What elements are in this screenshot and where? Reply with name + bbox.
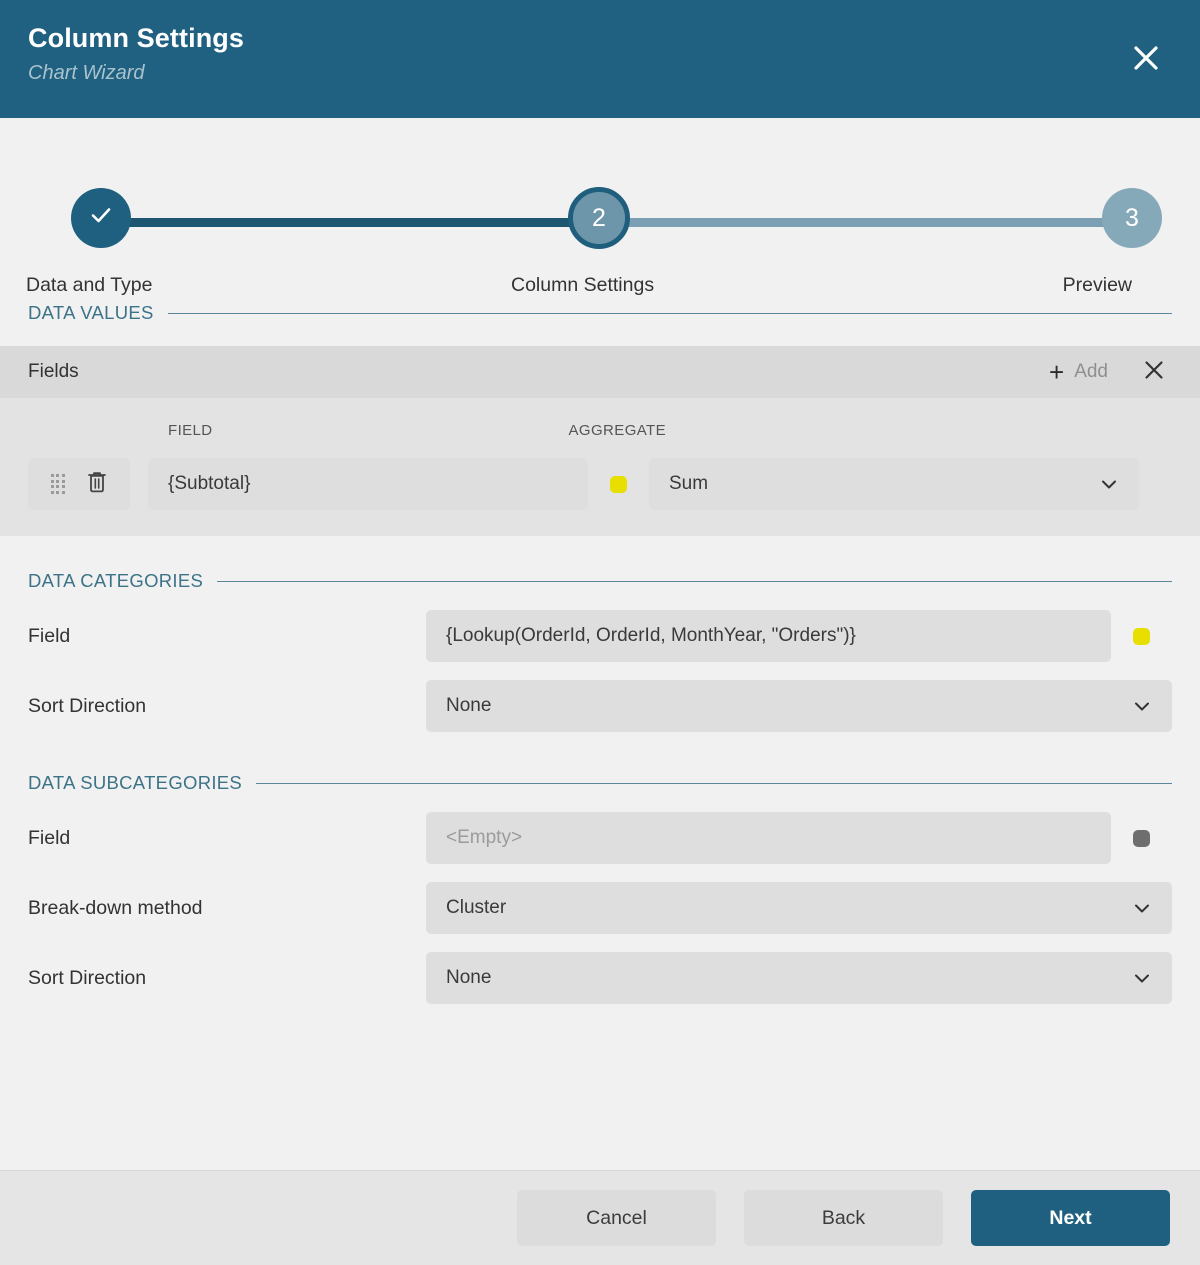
stepper-step-3[interactable]: 3: [1102, 188, 1162, 248]
categories-field-input[interactable]: {Lookup(OrderId, OrderId, MonthYear, "Or…: [426, 610, 1111, 662]
stepper-label-preview: Preview: [1062, 274, 1132, 296]
stepper-segment-upcoming: [598, 218, 1133, 227]
chevron-down-icon: [1132, 968, 1152, 988]
breakdown-method-value: Cluster: [446, 897, 507, 918]
data-subcategories-rows: Field <Empty> Break-down method Cluster: [0, 812, 1200, 1004]
add-field-label: Add: [1074, 361, 1108, 382]
stepper-label-data-and-type: Data and Type: [26, 274, 153, 296]
status-badge: [610, 475, 627, 493]
plus-icon: +: [1049, 357, 1065, 387]
stepper-step-3-number: 3: [1125, 203, 1139, 232]
close-icon: [1143, 359, 1165, 386]
chevron-down-icon: [1099, 474, 1119, 494]
back-button[interactable]: Back: [744, 1190, 943, 1246]
close-icon: [1131, 43, 1161, 73]
fields-label: Fields: [28, 361, 79, 382]
status-badge: [1133, 627, 1150, 645]
breakdown-method-select[interactable]: Cluster: [426, 882, 1172, 934]
check-icon: [87, 201, 115, 236]
chevron-down-icon: [1132, 696, 1152, 716]
section-rule: [167, 312, 1172, 314]
stepper-step-2-number: 2: [592, 203, 606, 232]
dialog-body: 2 3 Data and Type Column Settings Previe…: [0, 118, 1200, 1170]
row-categories-sort-direction: Sort Direction None: [28, 680, 1172, 732]
aggregate-select[interactable]: Sum: [649, 458, 1139, 510]
next-button[interactable]: Next: [971, 1190, 1170, 1246]
aggregate-select-value: Sum: [669, 473, 709, 494]
row-tools: [28, 458, 130, 510]
cancel-button[interactable]: Cancel: [517, 1190, 716, 1246]
column-header-aggregate: AGGREGATE: [568, 421, 667, 439]
categories-sort-direction-value: None: [446, 695, 492, 716]
field-expression-input[interactable]: {Subtotal}: [148, 458, 588, 510]
chevron-down-icon: [1132, 898, 1152, 918]
stepper-step-1[interactable]: [71, 188, 131, 248]
label-subcategories-sort-direction: Sort Direction: [28, 966, 147, 989]
stepper-label-column-settings: Column Settings: [511, 274, 655, 296]
label-subcategories-field: Field: [28, 826, 71, 849]
subcategories-field-input[interactable]: <Empty>: [426, 812, 1111, 864]
section-rule: [256, 782, 1172, 784]
data-values-panel: Fields + Add FIELD AGGREGATE {Subtotal} …: [0, 346, 1200, 536]
data-categories-rows: Field {Lookup(OrderId, OrderId, MonthYea…: [0, 610, 1200, 732]
section-rule: [217, 580, 1172, 582]
stepper-step-2[interactable]: 2: [568, 187, 630, 249]
page-title: Column Settings: [28, 23, 244, 53]
trash-icon: [86, 470, 108, 499]
column-header-field: FIELD: [168, 421, 213, 439]
remove-field-button[interactable]: [1132, 352, 1176, 392]
fields-grid: FIELD AGGREGATE {Subtotal} Sum: [0, 398, 1200, 536]
dialog-footer: Cancel Back Next: [0, 1170, 1200, 1265]
section-title-data-categories: DATA CATEGORIES: [28, 570, 204, 591]
label-categories-field: Field: [28, 624, 71, 647]
fields-toolbar: Fields + Add: [0, 346, 1200, 398]
table-row: {Subtotal} Sum: [28, 458, 1172, 510]
delete-row-button[interactable]: [86, 470, 108, 499]
subcategories-sort-direction-select[interactable]: None: [426, 952, 1172, 1004]
chart-wizard-dialog: Column Settings Chart Wizard 2 3 Data an…: [0, 0, 1200, 1265]
categories-sort-direction-select[interactable]: None: [426, 680, 1172, 732]
dialog-header: Column Settings Chart Wizard: [0, 0, 1200, 118]
section-title-data-subcategories: DATA SUBCATEGORIES: [28, 772, 243, 793]
section-header-data-subcategories: DATA SUBCATEGORIES: [0, 772, 1200, 794]
row-subcategories-sort-direction: Sort Direction None: [28, 952, 1172, 1004]
close-dialog-button[interactable]: [1124, 36, 1168, 80]
subcategories-sort-direction-value: None: [446, 967, 492, 988]
wizard-stepper: 2 3 Data and Type Column Settings Previe…: [0, 162, 1200, 302]
page-subtitle: Chart Wizard: [28, 62, 145, 84]
label-categories-sort-direction: Sort Direction: [28, 694, 147, 717]
row-categories-field: Field {Lookup(OrderId, OrderId, MonthYea…: [28, 610, 1172, 662]
fields-grid-headers: FIELD AGGREGATE: [28, 416, 1172, 444]
drag-handle-icon[interactable]: [50, 474, 65, 494]
row-breakdown-method: Break-down method Cluster: [28, 882, 1172, 934]
stepper-segment-completed: [101, 218, 598, 227]
add-field-button[interactable]: + Add: [1039, 352, 1118, 392]
row-subcategories-field: Field <Empty>: [28, 812, 1172, 864]
label-breakdown-method: Break-down method: [28, 896, 203, 919]
status-badge: [1133, 829, 1150, 847]
section-header-data-categories: DATA CATEGORIES: [0, 570, 1200, 592]
stepper-labels: Data and Type Column Settings Preview: [0, 274, 1200, 306]
